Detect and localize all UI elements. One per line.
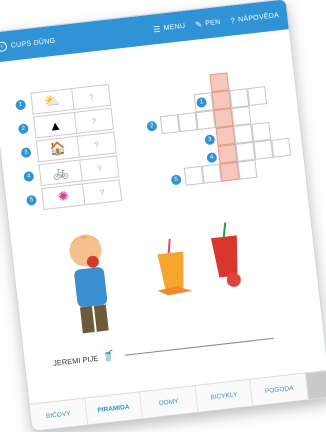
crossword-cell[interactable] — [237, 159, 258, 180]
pen-icon: ✎ — [194, 19, 203, 30]
crossword-cell[interactable] — [177, 112, 198, 133]
menu-label: MENU — [163, 22, 186, 32]
clue-number: 5 — [25, 194, 38, 206]
orange-juice-icon — [157, 238, 192, 296]
tomato-juice-icon — [210, 222, 241, 287]
crossword-cell[interactable] — [219, 161, 240, 182]
weather-icon: ⛅ — [30, 88, 74, 115]
prompt-text: JEREMI PIJE — [52, 353, 99, 368]
crossword-cell[interactable] — [159, 114, 180, 135]
tab-bicovy[interactable]: BIČOVY — [29, 398, 88, 431]
answer-cell[interactable]: ? — [79, 155, 120, 182]
crossword-cell[interactable] — [271, 137, 292, 158]
help-button[interactable]: ? NÁPOVĚDA — [229, 11, 280, 26]
clue-number: 1 — [15, 99, 27, 111]
tab-pogoda[interactable]: POGODA — [250, 373, 309, 406]
tablet-screen: ‹ CUPS DÜNG ☰ MENU ✎ PEN ? NÁPOVĚDA 1 ⛅ ? 2… — [0, 0, 326, 432]
pyramid-icon: ▲ — [33, 111, 77, 139]
crossword-cell[interactable] — [247, 86, 268, 107]
tab-piramida[interactable]: PIRAMIDA — [84, 392, 144, 425]
crossword-cell[interactable] — [235, 141, 256, 162]
crossword-cell[interactable] — [201, 163, 222, 184]
boy-drinking-icon — [68, 234, 109, 334]
pen-label: PEN — [204, 18, 221, 28]
help-label: NÁPOVĚDA — [237, 11, 280, 24]
answer-cell[interactable]: ? — [71, 83, 112, 110]
crossword-cell[interactable] — [209, 72, 230, 93]
top-bar: ‹ CUPS DÜNG ☰ MENU ✎ PEN ? NÁPOVĚDA — [0, 0, 289, 64]
crossword-cell[interactable] — [231, 106, 252, 127]
back-icon[interactable]: ‹ — [0, 41, 8, 53]
illustration — [55, 208, 276, 341]
app-title: ‹ CUPS DÜNG — [0, 26, 144, 53]
crossword-cell[interactable] — [183, 165, 204, 186]
bicycles-icon: 🚲 — [38, 159, 82, 187]
clue-number: 2 — [17, 123, 29, 135]
clue-number: 4 — [23, 170, 35, 183]
tab-domy[interactable]: DOMY — [140, 385, 199, 419]
crossword-number: 3 — [204, 134, 216, 146]
tab-extra[interactable] — [305, 370, 326, 400]
answer-line[interactable] — [124, 337, 274, 356]
juice-icon: 🥤 — [101, 350, 116, 364]
crossword-cell[interactable] — [217, 143, 238, 164]
crossword-cell[interactable] — [213, 108, 234, 129]
houses-icon: 🏠 — [35, 135, 79, 163]
crossword-number: 2 — [146, 120, 158, 132]
help-icon: ? — [229, 15, 236, 26]
clue-list: 1 ⛅ ? 2 ▲ ? 3 🏠 ? 4 🚲 ? 5 ✺ ? — [14, 83, 123, 214]
crossword-cell[interactable] — [251, 121, 272, 142]
answer-cell[interactable]: ? — [73, 107, 115, 134]
bottom-tabs: BIČOVY PIRAMIDA DOMY BICYKLY POGODA — [29, 369, 326, 431]
crossword-cell[interactable] — [233, 123, 254, 144]
pen-button[interactable]: ✎ PEN — [195, 17, 221, 29]
crossword-number: 4 — [206, 152, 218, 164]
crossword-number: 5 — [170, 174, 182, 186]
tab-bicykly[interactable]: BICYKLY — [195, 379, 254, 412]
menu-icon: ☰ — [152, 24, 162, 34]
crossword-cell[interactable] — [195, 110, 216, 131]
crossword-cell[interactable] — [215, 126, 236, 146]
answer-cell[interactable]: ? — [81, 179, 123, 206]
crossword-grid: 1 2 3 4 5 — [146, 60, 297, 209]
splash-icon: ✺ — [41, 183, 85, 211]
crossword-cell[interactable] — [229, 88, 250, 109]
crossword-cell[interactable] — [211, 90, 232, 111]
crossword-cell[interactable] — [253, 139, 274, 160]
menu-button[interactable]: ☰ MENU — [153, 21, 186, 34]
answer-cell[interactable]: ? — [76, 131, 117, 158]
app-title-text: CUPS DÜNG — [10, 37, 56, 50]
clue-number: 3 — [20, 147, 32, 159]
